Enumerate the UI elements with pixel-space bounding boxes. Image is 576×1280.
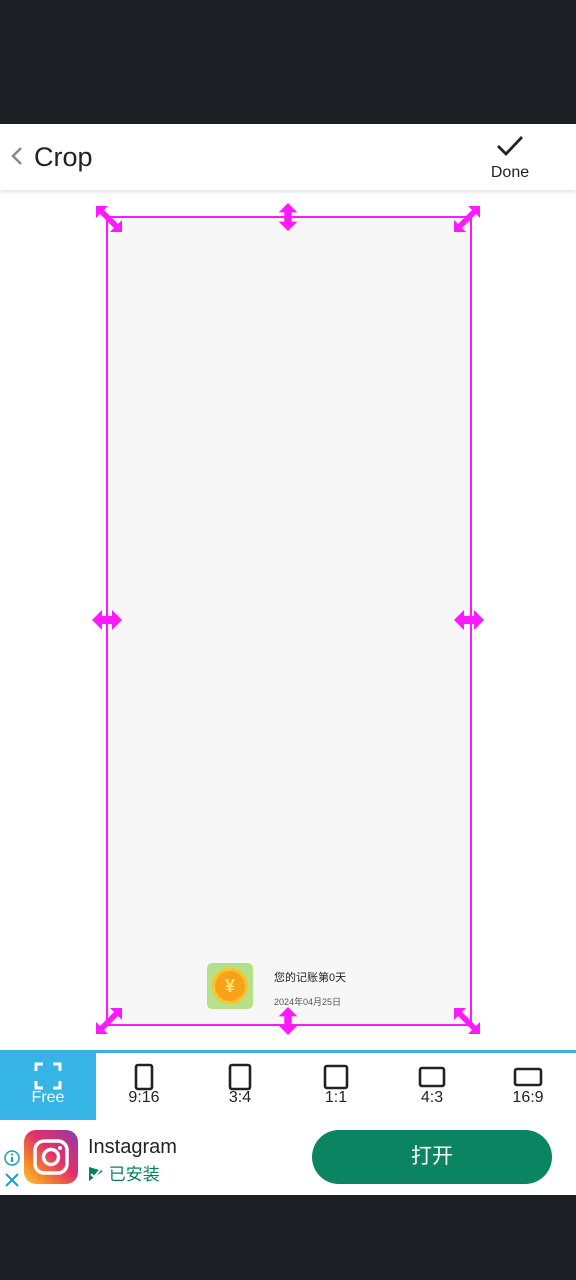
ratio-9-16-icon (134, 1063, 154, 1091)
ratio-3-4-button[interactable]: 3:4 (192, 1053, 288, 1120)
crop-screen: Crop Done ¥ 您的记账第0天 2024年04月25日 Free 9:1… (0, 124, 576, 1195)
ad-installed-label: 已安装 (108, 1165, 160, 1184)
ratio-16-9-button[interactable]: 16:9 (480, 1053, 576, 1120)
resize-handle-bottom-left[interactable] (94, 1008, 122, 1036)
done-button[interactable]: Done (480, 134, 540, 182)
ratio-16-9-icon (513, 1067, 543, 1087)
status-bar (0, 0, 576, 124)
ratio-1-1-icon (323, 1064, 349, 1090)
resize-handle-top-left[interactable] (94, 204, 122, 232)
crop-frame[interactable] (106, 216, 472, 1026)
done-label: Done (490, 164, 530, 181)
resize-handle-right[interactable] (454, 606, 484, 634)
system-nav-bar (0, 1195, 576, 1280)
ratio-label: 16:9 (512, 1089, 544, 1106)
ad-open-button[interactable]: 打开 (312, 1130, 552, 1184)
toolbar: Crop Done (0, 124, 576, 190)
resize-handle-top-right[interactable] (454, 204, 482, 232)
ratio-1-1-button[interactable]: 1:1 (288, 1053, 384, 1120)
resize-handle-bottom-right[interactable] (454, 1008, 482, 1036)
instagram-logo-icon[interactable] (24, 1130, 78, 1184)
ratio-4-3-icon (418, 1066, 446, 1088)
ad-close-icon[interactable] (4, 1172, 20, 1188)
ad-info-icon[interactable] (4, 1150, 20, 1166)
ratio-3-4-icon (228, 1063, 252, 1091)
ratio-label: Free (31, 1089, 65, 1106)
installed-check-icon (89, 1167, 103, 1181)
ratio-4-3-button[interactable]: 4:3 (384, 1053, 480, 1120)
ratio-label: 3:4 (228, 1089, 252, 1106)
ratio-label: 9:16 (128, 1089, 160, 1106)
crop-canvas: ¥ 您的记账第0天 2024年04月25日 (0, 190, 576, 1050)
back-button[interactable] (8, 142, 28, 170)
ratio-free-button[interactable]: Free (0, 1053, 96, 1120)
checkmark-icon (497, 136, 524, 157)
ratio-label: 1:1 (324, 1089, 348, 1106)
resize-handle-left[interactable] (92, 606, 122, 634)
ad-installed-status: 已安装 (88, 1160, 160, 1185)
page-title: Crop (34, 142, 93, 172)
chevron-left-icon (11, 147, 22, 165)
resize-handle-top[interactable] (274, 203, 302, 231)
ratio-9-16-button[interactable]: 9:16 (96, 1053, 192, 1120)
free-crop-icon (34, 1062, 62, 1090)
aspect-ratio-bar: Free 9:16 3:4 1:1 4:3 16:9 (0, 1050, 576, 1123)
ad-banner: Instagram 已安装 打开 (0, 1120, 576, 1195)
ratio-label: 4:3 (420, 1089, 444, 1106)
ad-app-name: Instagram (88, 1136, 177, 1158)
resize-handle-bottom[interactable] (274, 1007, 302, 1035)
